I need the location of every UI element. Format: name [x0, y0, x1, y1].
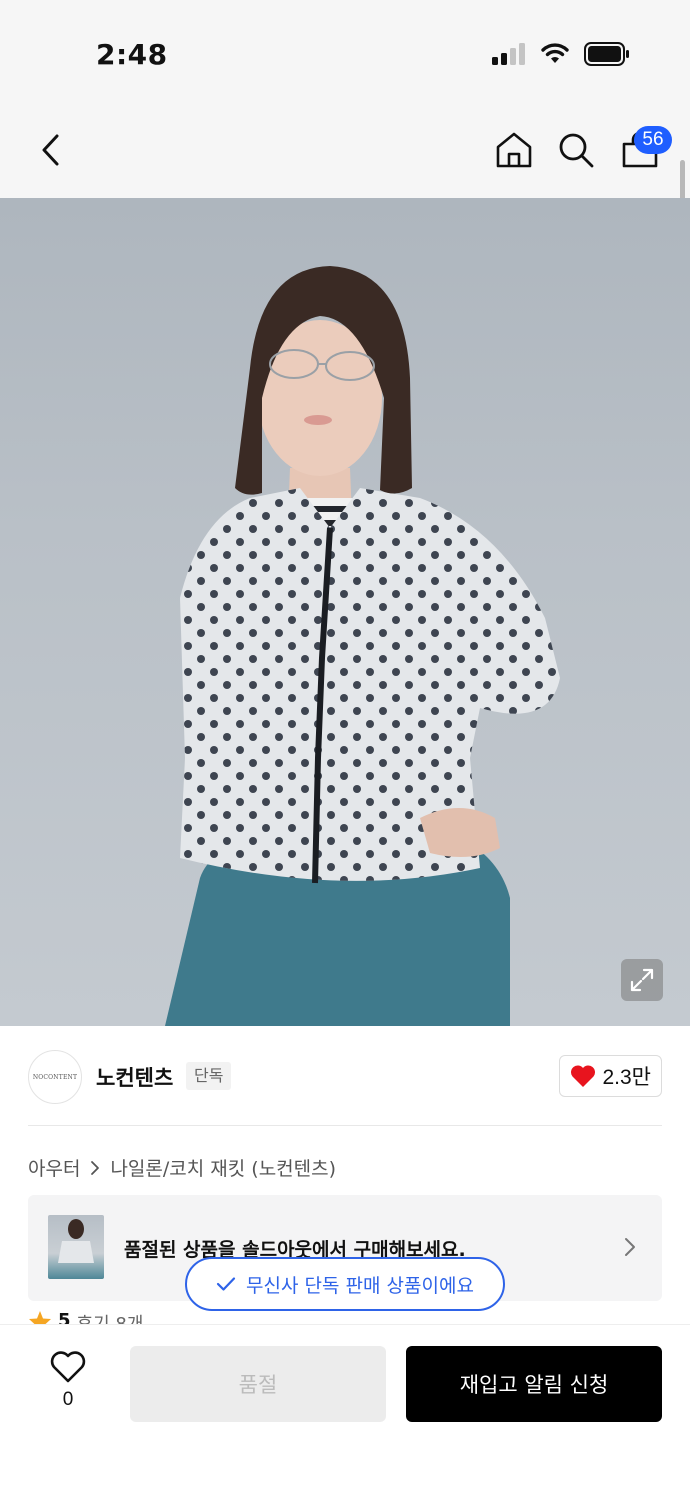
wishlist-count: 0 — [62, 1389, 74, 1410]
cellular-signal-icon — [492, 43, 526, 69]
brand-row: NOCONTENT 노컨텐츠 단독 2.3만 — [28, 1048, 662, 1106]
home-icon — [496, 132, 532, 168]
wifi-icon — [540, 43, 570, 69]
soldout-product-thumbnail — [48, 1215, 104, 1279]
check-icon — [216, 1277, 236, 1291]
breadcrumb-subcategory[interactable]: 나일론/코치 재킷 (노컨텐츠) — [110, 1154, 336, 1181]
star-icon — [29, 1311, 51, 1324]
exclusive-sale-text: 무신사 단독 판매 상품이에요 — [246, 1274, 474, 1297]
review-score: 5 — [58, 1310, 71, 1324]
cart-count-badge: 56 — [634, 126, 672, 154]
status-time: 2:48 — [96, 38, 168, 71]
back-button[interactable] — [30, 128, 70, 172]
heart-filled-icon — [571, 1065, 596, 1087]
expand-icon — [630, 968, 654, 992]
divider — [28, 1125, 662, 1126]
status-icons — [492, 42, 630, 70]
breadcrumb: 아우터 나일론/코치 재킷 (노컨텐츠) — [28, 1154, 336, 1181]
brand-logo[interactable]: NOCONTENT — [28, 1050, 82, 1104]
expand-image-button[interactable] — [621, 959, 663, 1001]
product-image[interactable] — [0, 198, 690, 1026]
status-bar: 2:48 — [0, 0, 690, 100]
brand-like-button[interactable]: 2.3만 — [559, 1055, 662, 1097]
brand-like-count: 2.3만 — [602, 1066, 651, 1089]
top-nav: 56 — [0, 100, 690, 198]
review-summary[interactable]: 5 후기 8개 — [28, 1310, 143, 1324]
exclusive-sale-pill: 무신사 단독 판매 상품이에요 — [185, 1257, 505, 1311]
soldout-button[interactable]: 품절 — [130, 1346, 386, 1422]
wishlist-button[interactable]: 0 — [46, 1351, 90, 1411]
chevron-right-icon — [624, 1237, 636, 1261]
search-button[interactable] — [556, 130, 596, 174]
brand-name[interactable]: 노컨텐츠 — [96, 1062, 173, 1092]
restock-alert-button[interactable]: 재입고 알림 신청 — [406, 1346, 662, 1422]
chevron-right-icon — [91, 1160, 100, 1175]
breadcrumb-category[interactable]: 아우터 — [28, 1154, 80, 1181]
search-icon — [559, 133, 594, 168]
home-button[interactable] — [494, 130, 534, 174]
chevron-left-icon — [42, 134, 59, 166]
heart-outline-icon — [50, 1351, 86, 1383]
bottom-action-bar: 0 품절 재입고 알림 신청 — [0, 1324, 690, 1500]
brand-logo-text: NOCONTENT — [32, 1073, 78, 1081]
review-count: 후기 8개 — [77, 1310, 144, 1324]
exclusive-tag: 단독 — [186, 1062, 232, 1090]
battery-icon — [584, 42, 630, 70]
product-photo-illustration — [165, 266, 560, 1026]
